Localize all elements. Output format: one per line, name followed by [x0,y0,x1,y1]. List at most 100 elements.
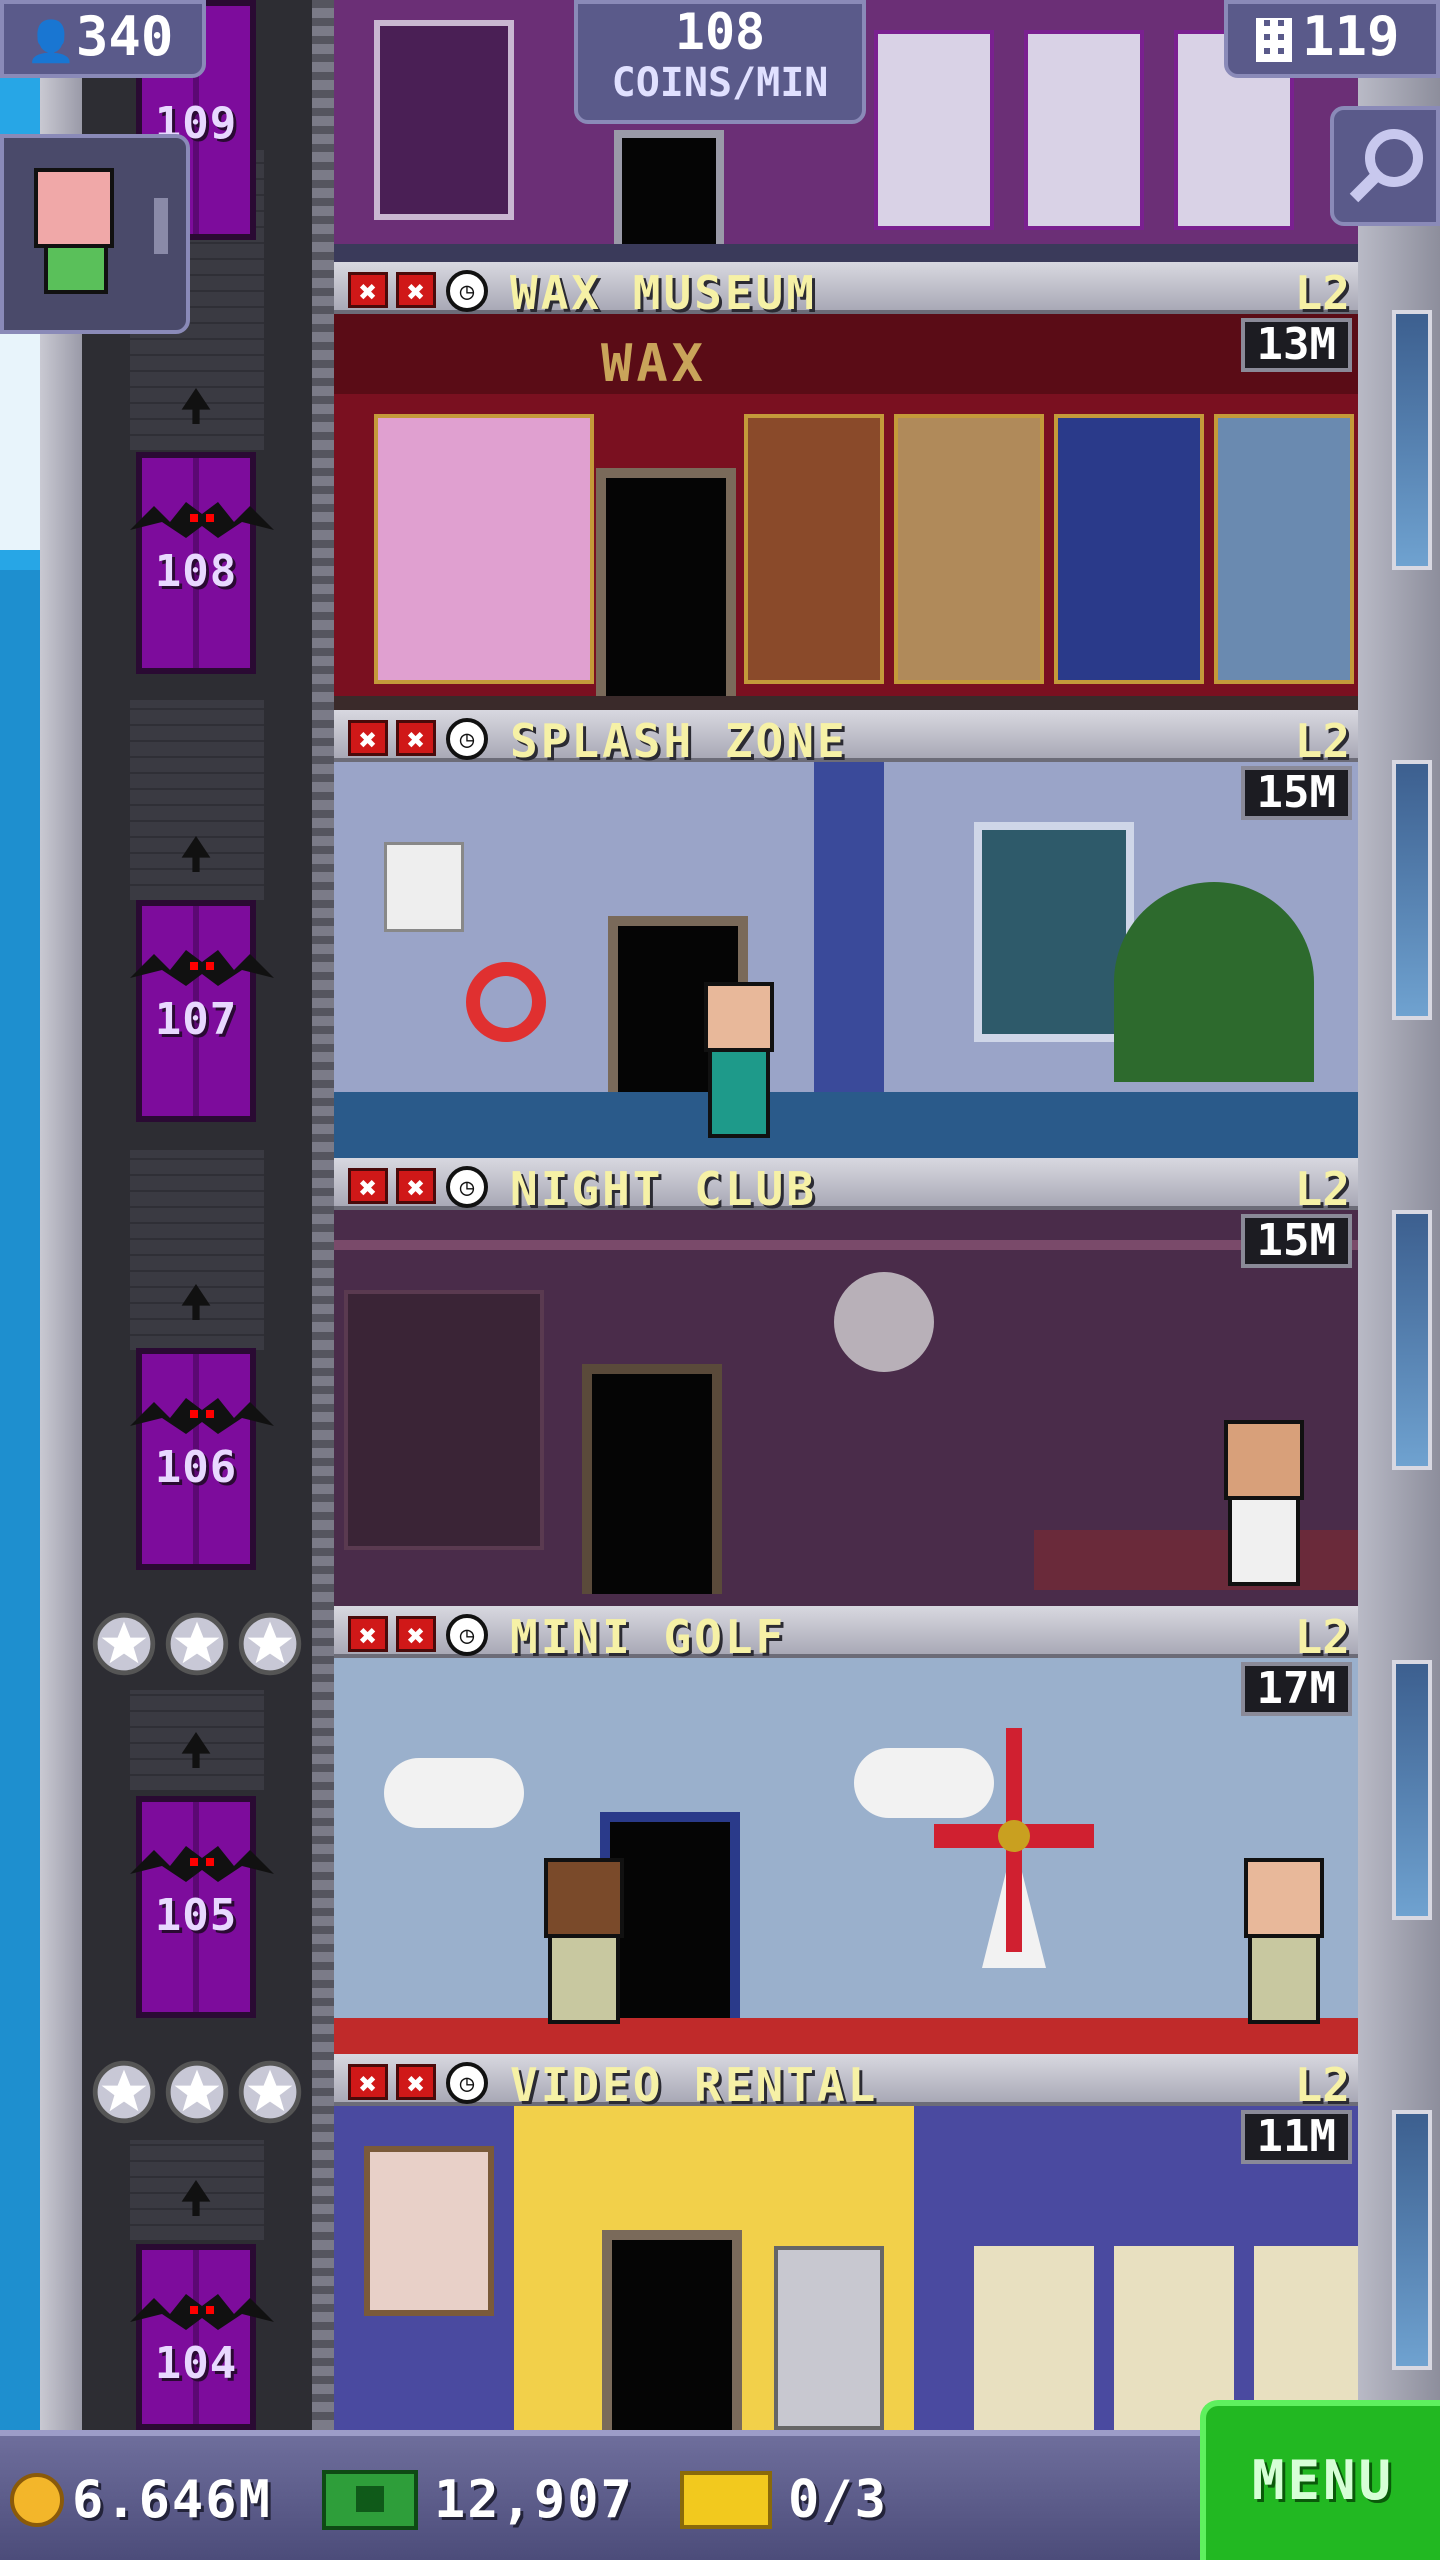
exhibit-booth [1054,414,1204,684]
coins-value: 6.646M [72,2470,272,2530]
floor-splash-zone[interactable]: ✖ ✖ ◷ SPLASH ZONE L2 15M [334,710,1358,1158]
room-interior: WAX [334,314,1358,710]
floor-mini-golf[interactable]: ✖ ✖ ◷ MINI GOLF L2 17M [334,1606,1358,2054]
elevator-door-104[interactable]: 104 [130,2244,274,2430]
avatar [34,168,114,248]
golf-carpet [334,2018,1358,2054]
floor-wax-museum[interactable]: ✖ ✖ ◷ WAX MUSEUM L2 WAX 13M [334,262,1358,710]
bitizen[interactable] [1234,1858,1334,2028]
elevator-door-105[interactable]: 105 [130,1796,274,2018]
floor-level: L2 [1294,1610,1350,1664]
search-zoom-button[interactable] [1330,106,1440,226]
bux-balance[interactable]: 12,907 [322,2460,634,2540]
elevator-door-107[interactable]: 107 [130,900,274,1122]
elevator-lamp-icon [178,1284,214,1320]
windmill [934,1718,1094,1978]
alert-mark [154,198,168,254]
room-interior [334,1658,1358,2054]
room-door [596,468,736,698]
floor-header: ✖ ✖ ◷ MINI GOLF L2 [334,1606,1358,1664]
clock-icon: ◷ [446,718,488,760]
bitizen-head [1224,1420,1304,1500]
menu-button[interactable]: MENU [1200,2400,1440,2560]
tower-window [1392,310,1432,570]
coin-icon [10,2473,64,2527]
floor-earnings: 17M [1240,1662,1352,1716]
palm-tree [1114,882,1314,1082]
disco-ball [834,1272,934,1372]
elevator-floor-number: 104 [154,2338,238,2389]
bat-icon [130,498,274,542]
floor-level: L2 [1294,714,1350,768]
floor-video-rental[interactable]: ✖ ✖ ◷ VIDEO RENTAL L2 11M [334,2054,1358,2430]
arcade-cabinet [774,2246,884,2430]
bitizen-body [708,1048,770,1138]
slot-machine [1024,30,1144,230]
floor-name: VIDEO RENTAL [510,2058,879,2112]
elevator-lamp-icon [178,836,214,872]
notice-poster [384,842,464,932]
coins-rate-unit: COINS/MIN [611,60,829,106]
floor-name: SPLASH ZONE [510,714,848,768]
bitizen-avatar-button[interactable] [0,134,190,334]
city-backdrop [0,570,40,2430]
cancel-x-icon: ✖ [396,272,436,310]
tower-right-wall [1358,0,1440,2430]
bat-icon [130,2290,274,2334]
bitizen[interactable] [534,1858,634,2028]
bitizen-head [544,1858,624,1938]
clock-icon: ◷ [446,2062,488,2104]
elevator-lamp-icon [178,388,214,424]
bux-icon [322,2470,418,2530]
rating-stars [92,2060,302,2130]
bitizen-head [704,982,774,1052]
clock-icon: ◷ [446,270,488,312]
elevator-floor-number: 105 [154,1890,238,1941]
floor-level: L2 [1294,1162,1350,1216]
poster-frame [364,2146,494,2316]
curtain-valance [334,314,1358,394]
elevator-door-106[interactable]: 106 [130,1348,274,1570]
cancel-x-icon: ✖ [348,2064,388,2102]
population-counter[interactable]: 👤340 [0,0,206,78]
window [974,822,1134,1042]
pool-water [334,1092,1358,1158]
tower-window [1392,760,1432,1020]
floor-header: ✖ ✖ ◷ SPLASH ZONE L2 [334,710,1358,768]
wax-sign: WAX [601,334,707,394]
tickets-balance[interactable]: 0/3 [680,2460,888,2540]
bitizen-body [1248,1934,1320,2024]
tower-outer-wall [40,0,82,2430]
floors-counter[interactable]: 119 [1224,0,1440,78]
star-icon [238,2060,302,2124]
rating-stars [92,1612,302,1682]
room-interior [334,762,1358,1158]
floors-grid-icon [1256,18,1292,63]
coins-rate-panel: 108 COINS/MIN [574,0,866,124]
tower-window [1392,1660,1432,1920]
avatar-body [44,244,108,294]
star-icon [92,1612,156,1676]
elevator-floor-number: 106 [154,1442,238,1493]
floor-header: ✖ ✖ ◷ WAX MUSEUM L2 [334,262,1358,320]
floor-level: L2 [1294,2058,1350,2112]
clock-icon: ◷ [446,1614,488,1656]
floor-name: NIGHT CLUB [510,1162,817,1216]
bat-icon [130,1842,274,1886]
floor-header: ✖ ✖ ◷ VIDEO RENTAL L2 [334,2054,1358,2112]
population-value: 340 [75,5,174,68]
bitizen[interactable] [694,982,784,1142]
coins-rate-value: 108 [674,3,766,61]
elevator-door-108[interactable]: 108 [130,452,274,674]
bat-icon [130,1394,274,1438]
bitizen[interactable] [1214,1420,1314,1590]
floor-base [334,696,1358,710]
bar-shelf [344,1290,544,1550]
room-interior [334,2106,1358,2430]
exhibit-booth [1214,414,1354,684]
cancel-x-icon: ✖ [348,272,388,310]
floor-night-club[interactable]: ✖ ✖ ◷ NIGHT CLUB L2 15M [334,1158,1358,1606]
exhibit-booth [894,414,1044,684]
floor-header: ✖ ✖ ◷ NIGHT CLUB L2 [334,1158,1358,1216]
elevator-floor-number: 108 [154,546,238,597]
